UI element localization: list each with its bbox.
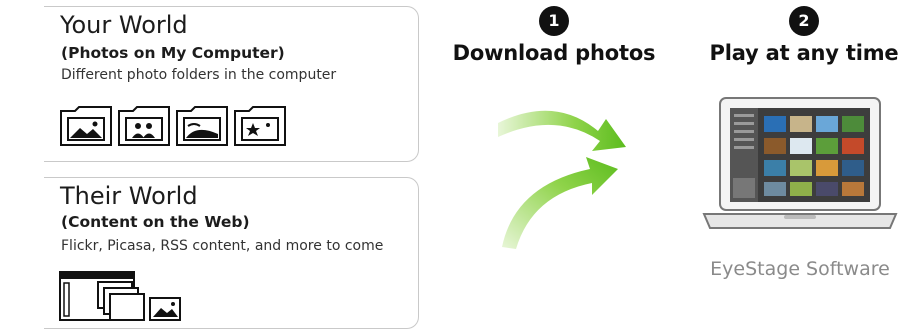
photo-folders-icon [60,106,286,146]
arrow-top-icon [498,110,626,151]
step-play: 2 Play at any time [698,6,900,65]
step-1-label: Download photos [452,41,656,65]
product-caption: EyeStage Software [710,258,890,280]
landscape-folder-icon [60,106,112,146]
arrow-bottom-icon [502,157,618,249]
star-folder-icon [234,106,286,146]
nature-folder-icon [176,106,228,146]
your-world-panel: Your World (Photos on My Computer) Diffe… [44,6,419,162]
step-download: 1 Download photos [448,6,660,65]
their-world-subtitle: (Content on the Web) [61,213,250,231]
your-world-subtitle: (Photos on My Computer) [61,44,285,62]
step-1-badge: 1 [539,6,569,36]
people-folder-icon [118,106,170,146]
step-2-badge: 2 [789,6,819,36]
their-world-title: Their World [60,182,198,210]
their-world-description: Flickr, Picasa, RSS content, and more to… [61,238,384,254]
your-world-title: Your World [60,11,188,39]
step-2-label: Play at any time [709,41,899,65]
your-world-description: Different photo folders in the computer [61,67,337,83]
laptop-icon [702,97,898,229]
their-world-panel: Their World (Content on the Web) Flickr,… [44,177,419,329]
web-window-photos-icon [59,271,181,321]
transfer-arrows [498,110,626,249]
